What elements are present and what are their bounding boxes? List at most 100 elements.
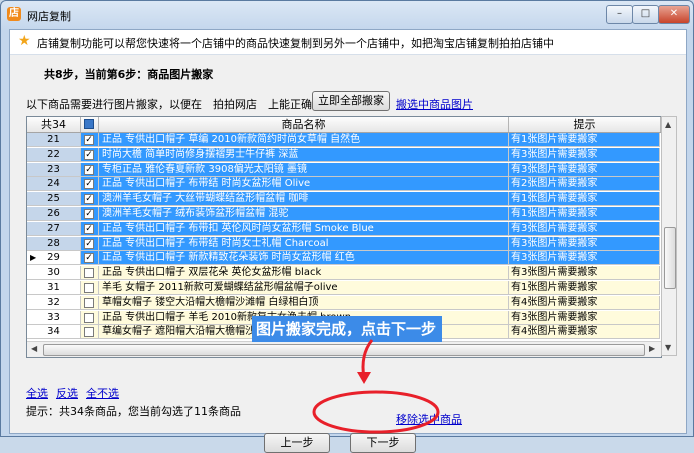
row-checkbox[interactable] xyxy=(84,268,94,279)
product-name-cell[interactable]: 正品 专供出口帽子 草编 2010新款简约时尚女草帽 自然色 xyxy=(99,133,509,147)
table-row[interactable]: 23 ✓ 专柜正品 雅伦春夏新款 3908偏光太阳镜 墨镜 有3张图片需要搬家 xyxy=(27,162,661,177)
row-checkbox-cell[interactable]: ✓ xyxy=(81,207,99,221)
row-checkbox[interactable]: ✓ xyxy=(84,223,94,234)
row-number-cell: 33 xyxy=(27,310,81,325)
row-checkbox[interactable] xyxy=(84,327,94,338)
row-checkbox[interactable]: ✓ xyxy=(84,135,94,145)
product-name-cell[interactable]: 专柜正品 雅伦春夏新款 3908偏光太阳镜 墨镜 xyxy=(99,162,509,177)
row-checkbox[interactable]: ✓ xyxy=(84,164,94,175)
vertical-scrollbar[interactable]: ▲ ▼ xyxy=(661,116,677,356)
column-header-tip[interactable]: 提示 xyxy=(509,117,661,132)
row-checkbox-cell[interactable] xyxy=(81,266,99,281)
column-header-count[interactable]: 共34 xyxy=(27,117,81,132)
row-number-cell: 25 xyxy=(27,192,81,207)
image-tip-cell: 有2张图片需要搬家 xyxy=(509,177,660,192)
table-row[interactable]: 32 草帽女帽子 镂空大沿帽大檐帽沙滩帽 白绿相白顶 有4张图片需要搬家 xyxy=(27,295,661,310)
product-name-cell[interactable]: 时尚大檐 简单时尚修身摆褶男士牛仔裤 深蓝 xyxy=(99,147,509,162)
table-row[interactable]: 31 羊毛 女帽子 2011新款可爱蝴蝶结盆形帽盆帽子olive 有1张图片需要搬家 xyxy=(27,281,661,295)
image-tip-cell: 有3张图片需要搬家 xyxy=(509,221,660,236)
row-checkbox[interactable]: ✓ xyxy=(84,194,94,205)
row-number: 27 xyxy=(47,222,60,234)
row-checkbox-cell[interactable]: ✓ xyxy=(81,133,99,147)
next-step-button[interactable]: 下一步 xyxy=(350,433,416,453)
table-row[interactable]: 21 ✓ 正品 专供出口帽子 草编 2010新款简约时尚女草帽 自然色 有1张图片需要… xyxy=(27,133,661,147)
row-checkbox-cell[interactable] xyxy=(81,310,99,325)
row-checkbox[interactable] xyxy=(84,283,94,293)
horizontal-scrollbar[interactable]: ◀ ▶ xyxy=(27,341,661,357)
row-number-cell: ▶ 29 xyxy=(27,251,81,266)
row-checkbox-cell[interactable]: ✓ xyxy=(81,147,99,162)
minimize-button[interactable]: – xyxy=(606,5,633,24)
product-name-cell[interactable]: 草帽女帽子 镂空大沿帽大檐帽沙滩帽 白绿相白顶 xyxy=(99,295,509,310)
row-checkbox-cell[interactable]: ✓ xyxy=(81,162,99,177)
move-all-button[interactable]: 立即全部搬家 xyxy=(312,91,390,111)
column-header-checkbox[interactable] xyxy=(81,117,99,132)
current-row-marker-icon: ▶ xyxy=(30,253,37,263)
table-row[interactable]: 22 ✓ 时尚大檐 简单时尚修身摆褶男士牛仔裤 深蓝 有3张图片需要搬家 xyxy=(27,147,661,162)
scroll-right-icon[interactable]: ▶ xyxy=(649,344,655,353)
row-checkbox-cell[interactable] xyxy=(81,295,99,310)
product-name-cell[interactable]: 澳洲羊毛女帽子 绒布装饰盆形帽盆帽 混驼 xyxy=(99,207,509,221)
step-panel: 共8步，当前第6步：商品图片搬家 以下商品需要进行图片搬家，以便在 拍拍网店 上… xyxy=(10,55,686,453)
row-number: 31 xyxy=(47,282,60,293)
row-checkbox-cell[interactable] xyxy=(81,281,99,295)
row-checkbox-cell[interactable]: ✓ xyxy=(81,177,99,192)
product-name-cell[interactable]: 正品 专供出口帽子 布带扣 英伦风时尚女盆形帽 Smoke Blue xyxy=(99,221,509,236)
scroll-up-icon[interactable]: ▲ xyxy=(665,120,671,129)
remove-selected-link[interactable]: 移除选中商品 xyxy=(396,411,462,427)
scroll-down-icon[interactable]: ▼ xyxy=(665,343,671,352)
product-name-cell[interactable]: 正品 专供出口帽子 布带结 时尚女士礼帽 Charcoal xyxy=(99,236,509,251)
row-number: 23 xyxy=(47,163,60,175)
row-checkbox[interactable] xyxy=(84,297,94,308)
close-button[interactable]: ✕ xyxy=(658,5,690,24)
move-selected-images-link[interactable]: 搬选中商品图片 xyxy=(396,96,473,112)
row-number-cell: 27 xyxy=(27,221,81,236)
row-checkbox-cell[interactable]: ✓ xyxy=(81,236,99,251)
product-name-cell[interactable]: 正品 专供出口帽子 双层花朵 英伦女盆形帽 black xyxy=(99,266,509,281)
row-checkbox[interactable]: ✓ xyxy=(84,149,94,160)
prev-step-button[interactable]: 上一步 xyxy=(264,433,330,453)
row-number: 33 xyxy=(47,311,60,323)
row-number: 25 xyxy=(47,193,60,205)
row-checkbox[interactable]: ✓ xyxy=(84,179,94,190)
scroll-left-icon[interactable]: ◀ xyxy=(31,344,37,353)
table-row[interactable]: 24 ✓ 正品 专供出口帽子 布带结 时尚女盆形帽 Olive 有2张图片需要搬家 xyxy=(27,177,661,192)
vertical-scroll-thumb[interactable] xyxy=(664,227,676,289)
row-number-cell: 24 xyxy=(27,177,81,192)
maximize-button[interactable]: □ xyxy=(632,5,659,24)
row-checkbox[interactable]: ✓ xyxy=(84,238,94,249)
row-checkbox-cell[interactable]: ✓ xyxy=(81,251,99,266)
product-name-cell[interactable]: 正品 专供出口帽子 新款精致花朵装饰 时尚女盆形帽 红色 xyxy=(99,251,509,266)
row-number: 34 xyxy=(47,326,60,338)
image-tip-cell: 有4张图片需要搬家 xyxy=(509,325,660,340)
product-name-cell[interactable]: 澳洲羊毛女帽子 大丝带蝴蝶结盆形帽盆帽 咖啡 xyxy=(99,192,509,207)
row-checkbox[interactable]: ✓ xyxy=(84,253,94,264)
image-tip-cell: 有4张图片需要搬家 xyxy=(509,295,660,310)
row-number: 30 xyxy=(47,267,60,279)
row-checkbox-cell[interactable]: ✓ xyxy=(81,192,99,207)
row-number-cell: 22 xyxy=(27,147,81,162)
horizontal-scroll-thumb[interactable] xyxy=(43,344,645,356)
product-name-cell[interactable]: 正品 专供出口帽子 布带结 时尚女盆形帽 Olive xyxy=(99,177,509,192)
select-all-link[interactable]: 全选 xyxy=(26,385,48,401)
row-checkbox[interactable]: ✓ xyxy=(84,209,94,219)
table-row[interactable]: 26 ✓ 澳洲羊毛女帽子 绒布装饰盆形帽盆帽 混驼 有1张图片需要搬家 xyxy=(27,207,661,221)
invert-selection-link[interactable]: 反选 xyxy=(56,385,78,401)
table-row[interactable]: 25 ✓ 澳洲羊毛女帽子 大丝带蝴蝶结盆形帽盆帽 咖啡 有1张图片需要搬家 xyxy=(27,192,661,207)
product-name-cell[interactable]: 羊毛 女帽子 2011新款可爱蝴蝶结盆形帽盆帽子olive xyxy=(99,281,509,295)
info-banner: ★ 店铺复制功能可以帮您快速将一个店铺中的商品快速复制到另外一个店铺中，如把淘宝… xyxy=(10,30,686,55)
row-checkbox[interactable] xyxy=(84,312,94,323)
row-number: 22 xyxy=(47,148,60,160)
table-row[interactable]: 28 ✓ 正品 专供出口帽子 布带结 时尚女士礼帽 Charcoal 有3张图片需要搬… xyxy=(27,236,661,251)
row-number: 24 xyxy=(47,178,60,190)
table-row[interactable]: 27 ✓ 正品 专供出口帽子 布带扣 英伦风时尚女盆形帽 Smoke Blue 有3张… xyxy=(27,221,661,236)
table-row[interactable]: 30 正品 专供出口帽子 双层花朵 英伦女盆形帽 black 有3张图片需要搬家 xyxy=(27,266,661,281)
row-checkbox-cell[interactable]: ✓ xyxy=(81,221,99,236)
title-bar[interactable]: 店 网店复制 – □ ✕ xyxy=(1,1,693,29)
table-row[interactable]: ▶ 29 ✓ 正品 专供出口帽子 新款精致花朵装饰 时尚女盆形帽 红色 有3张图片需要搬… xyxy=(27,251,661,266)
column-header-name[interactable]: 商品名称 xyxy=(99,117,509,132)
select-none-link[interactable]: 全不选 xyxy=(86,385,119,401)
header-checkbox[interactable] xyxy=(84,119,94,129)
image-tip-cell: 有3张图片需要搬家 xyxy=(509,147,660,162)
row-checkbox-cell[interactable] xyxy=(81,325,99,340)
